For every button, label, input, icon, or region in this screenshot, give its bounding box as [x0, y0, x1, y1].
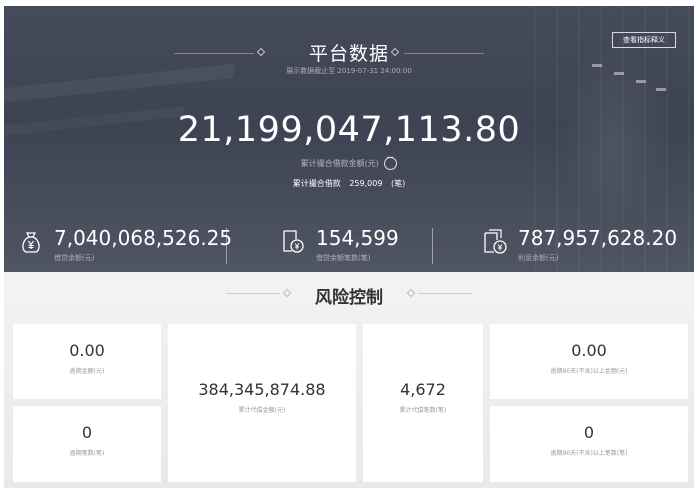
platform-title-row: 平台数据	[4, 39, 694, 66]
matched-loan-count-unit: (笔)	[390, 179, 406, 188]
loan-balance-value: 7,040,068,526.25	[54, 226, 233, 250]
overdue-90-days-count-label: 逾期90天(不含)以上笔数(笔)	[550, 450, 628, 457]
loan-balance-count-value: 154,599	[316, 226, 399, 250]
overdue-90-days-count-card: 0 逾期90天(不含)以上笔数(笔)	[490, 406, 688, 482]
total-amount-label: 累计撮合借款金额(元)	[300, 159, 379, 168]
compensated-amount-value: 384,345,874.88	[198, 380, 326, 399]
stat-divider	[432, 228, 433, 264]
compensated-count-value: 4,672	[400, 380, 446, 399]
compensated-amount-label: 累计代偿金额(元)	[238, 407, 286, 414]
overdue-90-days-amount-label: 逾期90天(不含)以上金额(元)	[550, 368, 628, 375]
compensated-count-label: 累计代偿笔数(笔)	[399, 407, 447, 414]
background-light	[656, 88, 666, 91]
title-divider-right	[404, 53, 484, 54]
risk-control-title: 风险控制	[315, 288, 383, 308]
money-bag-yuan-icon	[22, 232, 40, 253]
overdue-90-days-count-value: 0	[583, 423, 595, 442]
compensated-count-card: 4,672 累计代偿笔数(笔)	[363, 324, 483, 482]
interest-balance-value: 787,957,628.20	[518, 226, 678, 250]
total-amount-label-row: 累计撮合借款金额(元)	[4, 153, 694, 170]
overdue-amount-label: 逾期金额(元)	[69, 368, 105, 375]
stat-divider	[226, 228, 227, 264]
overdue-count-label: 逾期笔数(笔)	[69, 450, 105, 457]
title-divider-right	[418, 293, 472, 294]
overdue-amount-value: 0.00	[69, 341, 105, 360]
overdue-90-days-amount-value: 0.00	[571, 341, 607, 360]
interest-balance-label: 利息余额(元)	[518, 254, 559, 262]
platform-data-section: 平台数据 展示数据截止至 2019-07-31 24:00:00 查看指标释义 …	[4, 6, 694, 272]
stacked-documents-coin-icon	[484, 229, 507, 254]
view-indicator-definitions-button[interactable]: 查看指标释义	[612, 32, 676, 48]
data-as-of-text: 展示数据截止至 2019-07-31 24:00:00	[286, 67, 412, 75]
total-matched-loan-amount: 21,199,047,113.80	[177, 110, 521, 150]
platform-title: 平台数据	[308, 43, 389, 65]
overdue-amount-card: 0.00 逾期金额(元)	[13, 324, 161, 399]
overdue-90-days-amount-card: 0.00 逾期90天(不含)以上金额(元)	[490, 324, 688, 399]
matched-loan-count-label: 累计撮合借款	[292, 179, 341, 188]
overdue-count-value: 0	[81, 423, 93, 442]
compensated-amount-card: 384,345,874.88 累计代偿金额(元)	[168, 324, 356, 482]
overdue-count-card: 0 逾期笔数(笔)	[13, 406, 161, 482]
risk-control-section: 风险控制 0.00 逾期金额(元) 0 逾期笔数(笔) 384,345,874.…	[4, 272, 694, 488]
matched-loan-count-value: 259,009	[349, 179, 383, 188]
loan-balance-count-label: 借贷余额笔数(笔)	[316, 254, 371, 262]
loan-balance-label: 借贷余额(元)	[54, 254, 95, 262]
document-coin-icon	[283, 230, 304, 253]
background-light	[636, 80, 646, 83]
matched-loan-count-row: 累计撮合借款 259,009 (笔)	[4, 178, 694, 189]
more-info-icon[interactable]	[384, 153, 398, 170]
